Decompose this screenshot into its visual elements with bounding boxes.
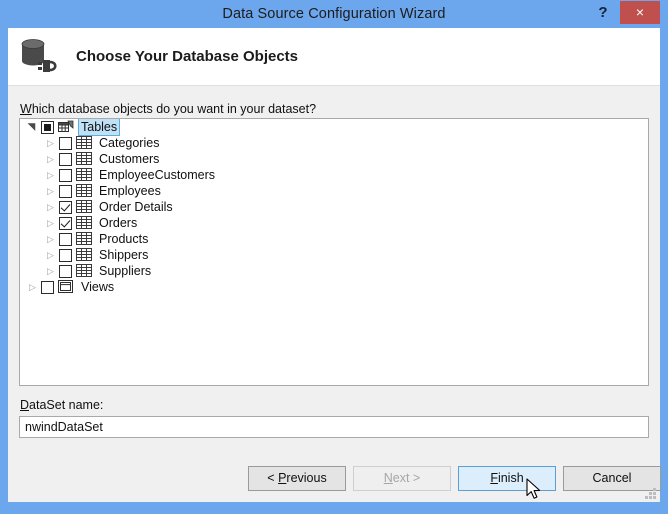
tree-node-label: Tables (77, 119, 121, 136)
tree-node-shippers[interactable]: Shippers (20, 247, 648, 263)
wizard-header: Choose Your Database Objects (8, 28, 660, 86)
expand-arrow-icon[interactable] (44, 151, 59, 167)
table-icon (76, 199, 92, 215)
views-icon (58, 279, 74, 295)
checkbox-suppliers[interactable] (59, 264, 72, 278)
dataset-name-label: DataSet name: (20, 398, 103, 412)
collapse-arrow-icon[interactable] (26, 119, 41, 135)
table-icon (76, 151, 92, 167)
expand-arrow-icon[interactable] (26, 279, 41, 295)
expand-arrow-icon[interactable] (44, 167, 59, 183)
tree-node-label: Customers (99, 152, 160, 166)
resize-grip[interactable] (644, 487, 657, 500)
tree-node-categories[interactable]: Categories (20, 135, 648, 151)
dataset-name-input[interactable] (19, 416, 649, 438)
tree-node-label: Products (99, 232, 149, 246)
checkbox-order-details[interactable] (59, 200, 72, 214)
tree-node-label: EmployeeCustomers (99, 168, 216, 182)
tree-node-employees[interactable]: Employees (20, 183, 648, 199)
expand-arrow-icon[interactable] (44, 135, 59, 151)
tables-group-icon (58, 120, 74, 135)
finish-button-accel-char: F (490, 471, 498, 485)
tree-node-order-details[interactable]: Order Details (20, 199, 648, 215)
prompt-label: Which database objects do you want in yo… (20, 102, 316, 116)
checkbox-views[interactable] (41, 280, 54, 294)
close-button[interactable]: × (620, 1, 660, 24)
expand-arrow-icon[interactable] (44, 215, 59, 231)
tree-node-customers[interactable]: Customers (20, 151, 648, 167)
dialog-client-area: Choose Your Database Objects Which datab… (8, 28, 661, 502)
table-icon (76, 215, 92, 231)
tree-node-orders[interactable]: Orders (20, 215, 648, 231)
previous-button[interactable]: < Previous (248, 466, 346, 491)
expand-arrow-icon[interactable] (44, 183, 59, 199)
finish-button[interactable]: Finish (458, 466, 556, 491)
database-connection-icon (18, 36, 62, 78)
title-bar[interactable]: Data Source Configuration Wizard ? × (0, 0, 668, 28)
table-icon (76, 247, 92, 263)
previous-button-label: revious (286, 471, 327, 485)
expand-arrow-icon[interactable] (44, 263, 59, 279)
table-icon (76, 263, 92, 279)
tree-node-label: Order Details (99, 200, 173, 214)
tree-node-label: Orders (99, 216, 138, 230)
checkbox-employees[interactable] (59, 184, 72, 198)
checkbox-customers[interactable] (59, 152, 72, 166)
checkbox-tables[interactable] (41, 120, 54, 134)
next-button[interactable]: Next > (353, 466, 451, 491)
tree-node-suppliers[interactable]: Suppliers (20, 263, 648, 279)
tree-node-label: Views (81, 280, 115, 294)
table-icon (76, 167, 92, 183)
tree-node-label: Employees (99, 184, 161, 198)
tree-node-views[interactable]: Views (20, 279, 648, 295)
cancel-button-label: Cancel (592, 471, 632, 485)
dataset-label-text: ataSet name: (29, 398, 104, 412)
database-objects-tree[interactable]: TablesCategories Customers EmployeeCustome… (19, 118, 649, 386)
page-title: Choose Your Database Objects (76, 48, 299, 65)
tree-node-tables[interactable]: Tables (20, 119, 648, 136)
dataset-label-accel-char: D (20, 398, 30, 412)
tree-node-label: Shippers (99, 248, 149, 262)
tree-node-products[interactable]: Products (20, 231, 648, 247)
table-icon (76, 183, 92, 199)
window-title: Data Source Configuration Wizard (222, 6, 446, 22)
next-button-label: ext > (392, 471, 421, 485)
tree-node-employeecustomers[interactable]: EmployeeCustomers (20, 167, 648, 183)
help-button[interactable]: ? (590, 1, 616, 25)
expand-arrow-icon[interactable] (44, 231, 59, 247)
next-button-accel-char: N (383, 471, 393, 485)
prompt-text: hich database objects do you want in you… (31, 102, 317, 116)
tree-node-label: Suppliers (99, 264, 152, 278)
previous-button-prefix: < (267, 471, 279, 485)
finish-button-label: inish (497, 471, 524, 485)
table-icon (76, 135, 92, 151)
table-icon (76, 231, 92, 247)
checkbox-categories[interactable] (59, 136, 72, 150)
tree-node-label: Categories (99, 136, 160, 150)
checkbox-employeecustomers[interactable] (59, 168, 72, 182)
wizard-dialog-window: Data Source Configuration Wizard ? × Cho… (0, 0, 668, 514)
prompt-accel-char: W (20, 102, 32, 116)
checkbox-shippers[interactable] (59, 248, 72, 262)
expand-arrow-icon[interactable] (44, 247, 59, 263)
checkbox-orders[interactable] (59, 216, 72, 230)
expand-arrow-icon[interactable] (44, 199, 59, 215)
checkbox-products[interactable] (59, 232, 72, 246)
